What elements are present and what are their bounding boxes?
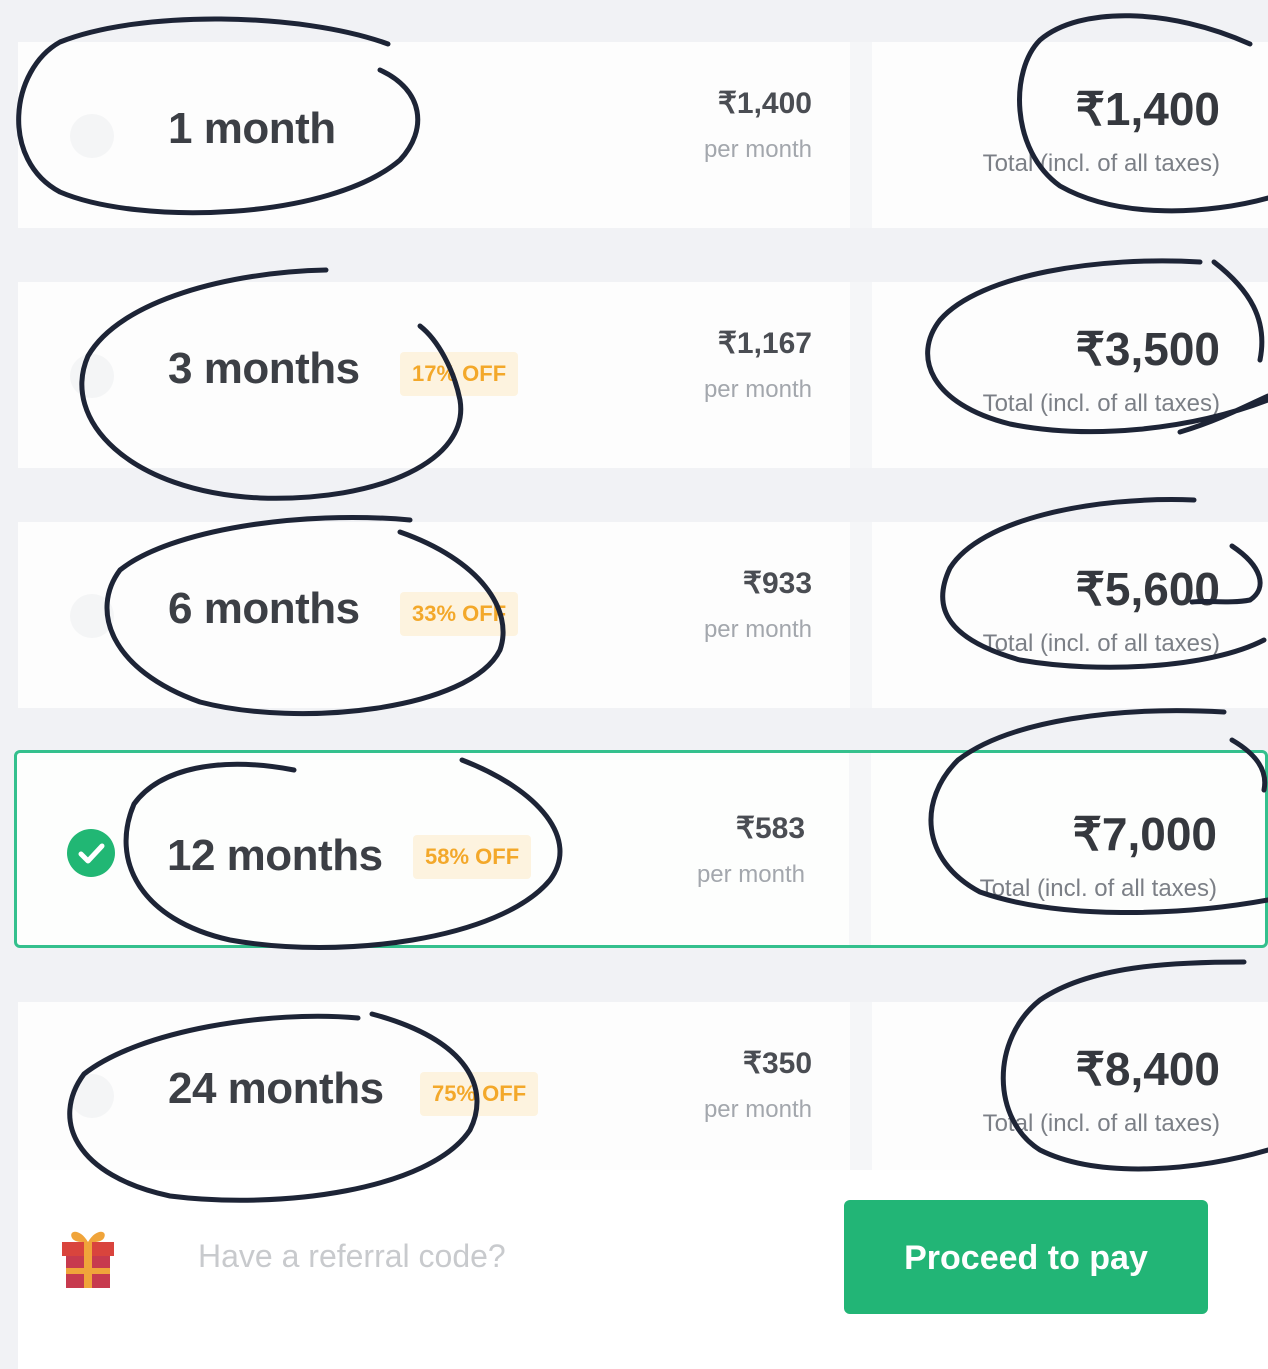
checkout-footer: Have a referral code? Proceed to pay (18, 1170, 1268, 1369)
plan-option-3-months[interactable]: 3 months 17% OFF ₹1,167 per month ₹3,500… (18, 282, 1268, 468)
radio-button-checked[interactable] (67, 829, 115, 877)
plan-option-24-months[interactable]: 24 months 75% OFF ₹350 per month ₹8,400 … (18, 1002, 1268, 1188)
discount-badge: 17% OFF (400, 352, 519, 396)
radio-button[interactable] (70, 114, 114, 158)
per-month-price: ₹583 (735, 812, 805, 845)
plan-duration: 1 month (168, 104, 336, 153)
discount-badge: 75% OFF (420, 1072, 539, 1116)
total-label: Total (incl. of all taxes) (979, 875, 1217, 902)
total-price: ₹8,400 (1075, 1043, 1220, 1095)
referral-code-link[interactable]: Have a referral code? (198, 1238, 506, 1275)
proceed-to-pay-button[interactable]: Proceed to pay (844, 1200, 1208, 1314)
gift-icon (62, 1231, 114, 1288)
column-divider (849, 753, 871, 945)
per-month-label: per month (703, 136, 812, 163)
column-divider (850, 282, 872, 468)
total-price: ₹5,600 (1075, 563, 1220, 615)
column-divider (850, 42, 872, 228)
discount-badge: 33% OFF (400, 592, 519, 636)
per-month-price: ₹1,400 (717, 87, 812, 120)
per-month-price: ₹1,167 (717, 327, 812, 360)
per-month-label: per month (703, 616, 812, 643)
plan-duration: 6 months (168, 584, 360, 633)
plan-option-6-months[interactable]: 6 months 33% OFF ₹933 per month ₹5,600 T… (18, 522, 1268, 708)
per-month-label: per month (696, 861, 805, 888)
plan-option-1-month[interactable]: 1 month ₹1,400 per month ₹1,400 Total (i… (18, 42, 1268, 228)
per-month-price: ₹933 (742, 567, 812, 600)
column-divider (850, 1002, 872, 1188)
per-month-label: per month (703, 1096, 812, 1123)
plan-option-12-months[interactable]: 12 months 58% OFF ₹583 per month ₹7,000 … (14, 750, 1268, 948)
total-label: Total (incl. of all taxes) (982, 150, 1220, 177)
radio-button[interactable] (70, 594, 114, 638)
total-label: Total (incl. of all taxes) (982, 630, 1220, 657)
radio-button[interactable] (70, 354, 114, 398)
plan-duration: 24 months (168, 1064, 384, 1113)
per-month-label: per month (703, 376, 812, 403)
total-price: ₹1,400 (1075, 83, 1220, 135)
plan-duration: 3 months (168, 344, 360, 393)
plan-selection-page: 1 month ₹1,400 per month ₹1,400 Total (i… (0, 0, 1268, 1369)
per-month-price: ₹350 (742, 1047, 812, 1080)
total-label: Total (incl. of all taxes) (982, 1110, 1220, 1137)
check-icon (78, 843, 105, 864)
radio-button[interactable] (70, 1074, 114, 1118)
total-label: Total (incl. of all taxes) (982, 390, 1220, 417)
plan-duration: 12 months (167, 831, 383, 880)
total-price: ₹3,500 (1075, 323, 1220, 375)
discount-badge: 58% OFF (413, 835, 532, 879)
total-price: ₹7,000 (1072, 808, 1217, 860)
column-divider (850, 522, 872, 708)
